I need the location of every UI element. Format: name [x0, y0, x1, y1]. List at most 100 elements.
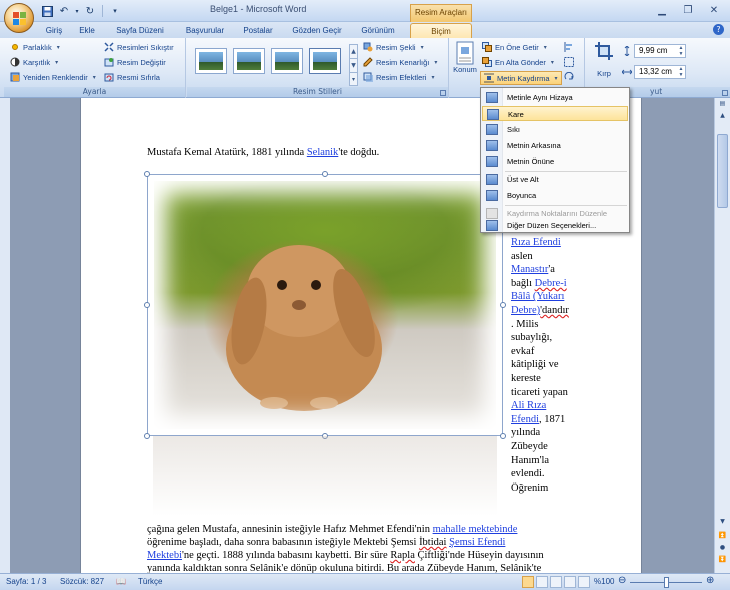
zoom-level[interactable]: %100: [594, 577, 614, 586]
align-button[interactable]: [564, 42, 574, 52]
proofing-icon[interactable]: 📖: [116, 577, 126, 586]
rotate-button[interactable]: [564, 71, 574, 82]
scroll-up-icon[interactable]: ▲: [717, 112, 728, 122]
side-line-15: yılında: [511, 427, 541, 439]
compress-pictures-button[interactable]: Resimleri Sıkıştır: [104, 42, 174, 52]
menu-item-in-front-of-text[interactable]: Metnin Önüne: [482, 154, 628, 169]
print-layout-view-icon[interactable]: [522, 576, 534, 588]
recolor-button[interactable]: Yeniden Renklendir: [10, 72, 96, 82]
brightness-button[interactable]: Parlaklık: [10, 42, 60, 52]
side-line-5[interactable]: Bâlâ (Yukarı: [511, 290, 569, 304]
mektebi-link[interactable]: Mektebi: [147, 550, 182, 561]
picture-shape-button[interactable]: Resim Şekli: [363, 42, 424, 52]
browse-object-icon[interactable]: ●: [717, 544, 728, 554]
picture-effects-button[interactable]: Resim Efektleri: [363, 72, 434, 82]
contrast-button[interactable]: Karşıtlık: [10, 57, 58, 67]
scroll-down-icon[interactable]: ▼: [717, 518, 728, 528]
side-line-6a[interactable]: Debre): [511, 305, 540, 316]
menu-item-square[interactable]: Kare: [482, 106, 628, 121]
style-gallery-scroll[interactable]: ▲ ▼ ▾: [349, 44, 358, 86]
word-count[interactable]: Sözcük: 827: [60, 577, 104, 586]
customize-qat-icon[interactable]: ▾: [108, 4, 122, 18]
tab-sayfa-duzeni[interactable]: Sayfa Düzeni: [110, 23, 170, 38]
resize-handle-se[interactable]: [500, 433, 506, 439]
outline-view-icon[interactable]: [564, 576, 576, 588]
rabbit-picture[interactable]: [147, 174, 503, 436]
office-button[interactable]: [4, 3, 34, 33]
next-page-icon[interactable]: ⏬: [717, 556, 728, 566]
menu-item-through[interactable]: Boyunca: [482, 188, 628, 203]
send-to-back-button[interactable]: En Alta Gönder: [482, 57, 554, 67]
change-picture-button[interactable]: Resim Değiştir: [104, 57, 166, 67]
zoom-slider-thumb[interactable]: [664, 577, 669, 588]
vertical-scrollbar[interactable]: ▤ ▲ ▼ ⏫ ● ⏬: [714, 98, 730, 573]
resize-handle-nw[interactable]: [144, 171, 150, 177]
picture-border-button[interactable]: Resim Kenarlığı: [363, 57, 437, 67]
manastir-link[interactable]: Manastır: [511, 264, 548, 275]
gallery-more-icon[interactable]: ▾: [350, 73, 357, 87]
picture-style-2[interactable]: [233, 48, 265, 74]
semsi-efendi-link[interactable]: Şemsi Efendi: [449, 537, 505, 548]
gallery-down-icon[interactable]: ▼: [350, 59, 357, 73]
reset-picture-button[interactable]: Resmi Sıfırla: [104, 72, 160, 82]
close-icon[interactable]: ✕: [701, 2, 727, 18]
ali-riza-link[interactable]: Ali Rıza: [511, 399, 569, 413]
styles-dialog-launcher-icon[interactable]: [440, 90, 446, 96]
minimize-icon[interactable]: ▁: [649, 2, 675, 18]
resize-handle-e[interactable]: [500, 302, 506, 308]
page-count[interactable]: Sayfa: 1 / 3: [6, 577, 46, 586]
previous-page-icon[interactable]: ⏫: [717, 532, 728, 542]
picture-style-3[interactable]: [271, 48, 303, 74]
picture-style-1[interactable]: [195, 48, 227, 74]
tab-postalar[interactable]: Postalar: [238, 23, 278, 38]
menu-item-tight[interactable]: Sıkı: [482, 122, 628, 137]
draft-view-icon[interactable]: [578, 576, 590, 588]
language[interactable]: Türkçe: [138, 577, 162, 586]
zoom-in-icon[interactable]: ⊕: [706, 575, 714, 586]
resize-handle-w[interactable]: [144, 302, 150, 308]
picture-style-4[interactable]: [309, 48, 341, 74]
tab-gorunum[interactable]: Görünüm: [356, 23, 400, 38]
full-screen-reading-icon[interactable]: [536, 576, 548, 588]
resize-handle-sw[interactable]: [144, 433, 150, 439]
menu-item-top-bottom[interactable]: Üst ve Alt: [482, 172, 628, 187]
undo-icon[interactable]: ↶: [57, 4, 71, 18]
group-objects-button[interactable]: [564, 57, 574, 67]
efendi-link[interactable]: Efendi: [511, 414, 539, 425]
window-controls: ▁ ❐ ✕: [649, 2, 727, 18]
selanik-link[interactable]: Selanik: [307, 147, 339, 158]
web-layout-icon[interactable]: [550, 576, 562, 588]
gallery-up-icon[interactable]: ▲: [350, 45, 357, 59]
debre-link[interactable]: Debre-i: [535, 278, 567, 289]
bring-to-front-button[interactable]: En Öne Getir: [482, 42, 547, 52]
tab-ekle[interactable]: Ekle: [74, 23, 100, 38]
help-icon[interactable]: ?: [713, 24, 724, 35]
restore-icon[interactable]: ❐: [675, 2, 701, 18]
tab-basvurular[interactable]: Başvurular: [180, 23, 230, 38]
tab-giris[interactable]: Giriş: [40, 23, 68, 38]
redo-icon[interactable]: ↻: [83, 4, 97, 18]
width-field[interactable]: 13,32 cm ▲ ▼: [634, 65, 686, 79]
position-button[interactable]: Konum: [452, 41, 478, 74]
side-line-1[interactable]: Rıza Efendi: [511, 236, 569, 250]
menu-item-behind-text[interactable]: Metnin Arkasına: [482, 138, 628, 153]
size-dialog-launcher-icon[interactable]: [722, 90, 728, 96]
tab-bicim[interactable]: Biçim: [410, 23, 472, 38]
crop-button[interactable]: Kırp: [592, 41, 616, 78]
save-icon[interactable]: [40, 4, 54, 18]
tab-gozden-gecir[interactable]: Gözden Geçir: [286, 23, 348, 38]
width-spin-icon[interactable]: ▲ ▼: [677, 66, 685, 78]
text-wrapping-button[interactable]: Metin Kaydırma: [480, 71, 562, 85]
mahalle-mektebi-link[interactable]: mahalle mektebinde: [433, 524, 518, 535]
menu-item-more-layout-options[interactable]: Diğer Düzen Seçenekleri...: [482, 218, 628, 233]
zoom-out-icon[interactable]: ⊖: [618, 575, 626, 586]
height-field[interactable]: 9,99 cm ▲ ▼: [634, 44, 686, 58]
menu-item-inline[interactable]: Metinle Aynı Hizaya: [482, 90, 628, 105]
p2-l2-text-b: İbtidai: [419, 537, 447, 548]
height-spin-icon[interactable]: ▲ ▼: [677, 45, 685, 57]
menu-label-through: Boyunca: [507, 191, 537, 200]
scroll-thumb[interactable]: [717, 134, 728, 208]
resize-handle-n[interactable]: [322, 171, 328, 177]
ruler-toggle-icon[interactable]: ▤: [717, 100, 728, 110]
undo-dropdown-icon[interactable]: ▾: [74, 4, 80, 18]
